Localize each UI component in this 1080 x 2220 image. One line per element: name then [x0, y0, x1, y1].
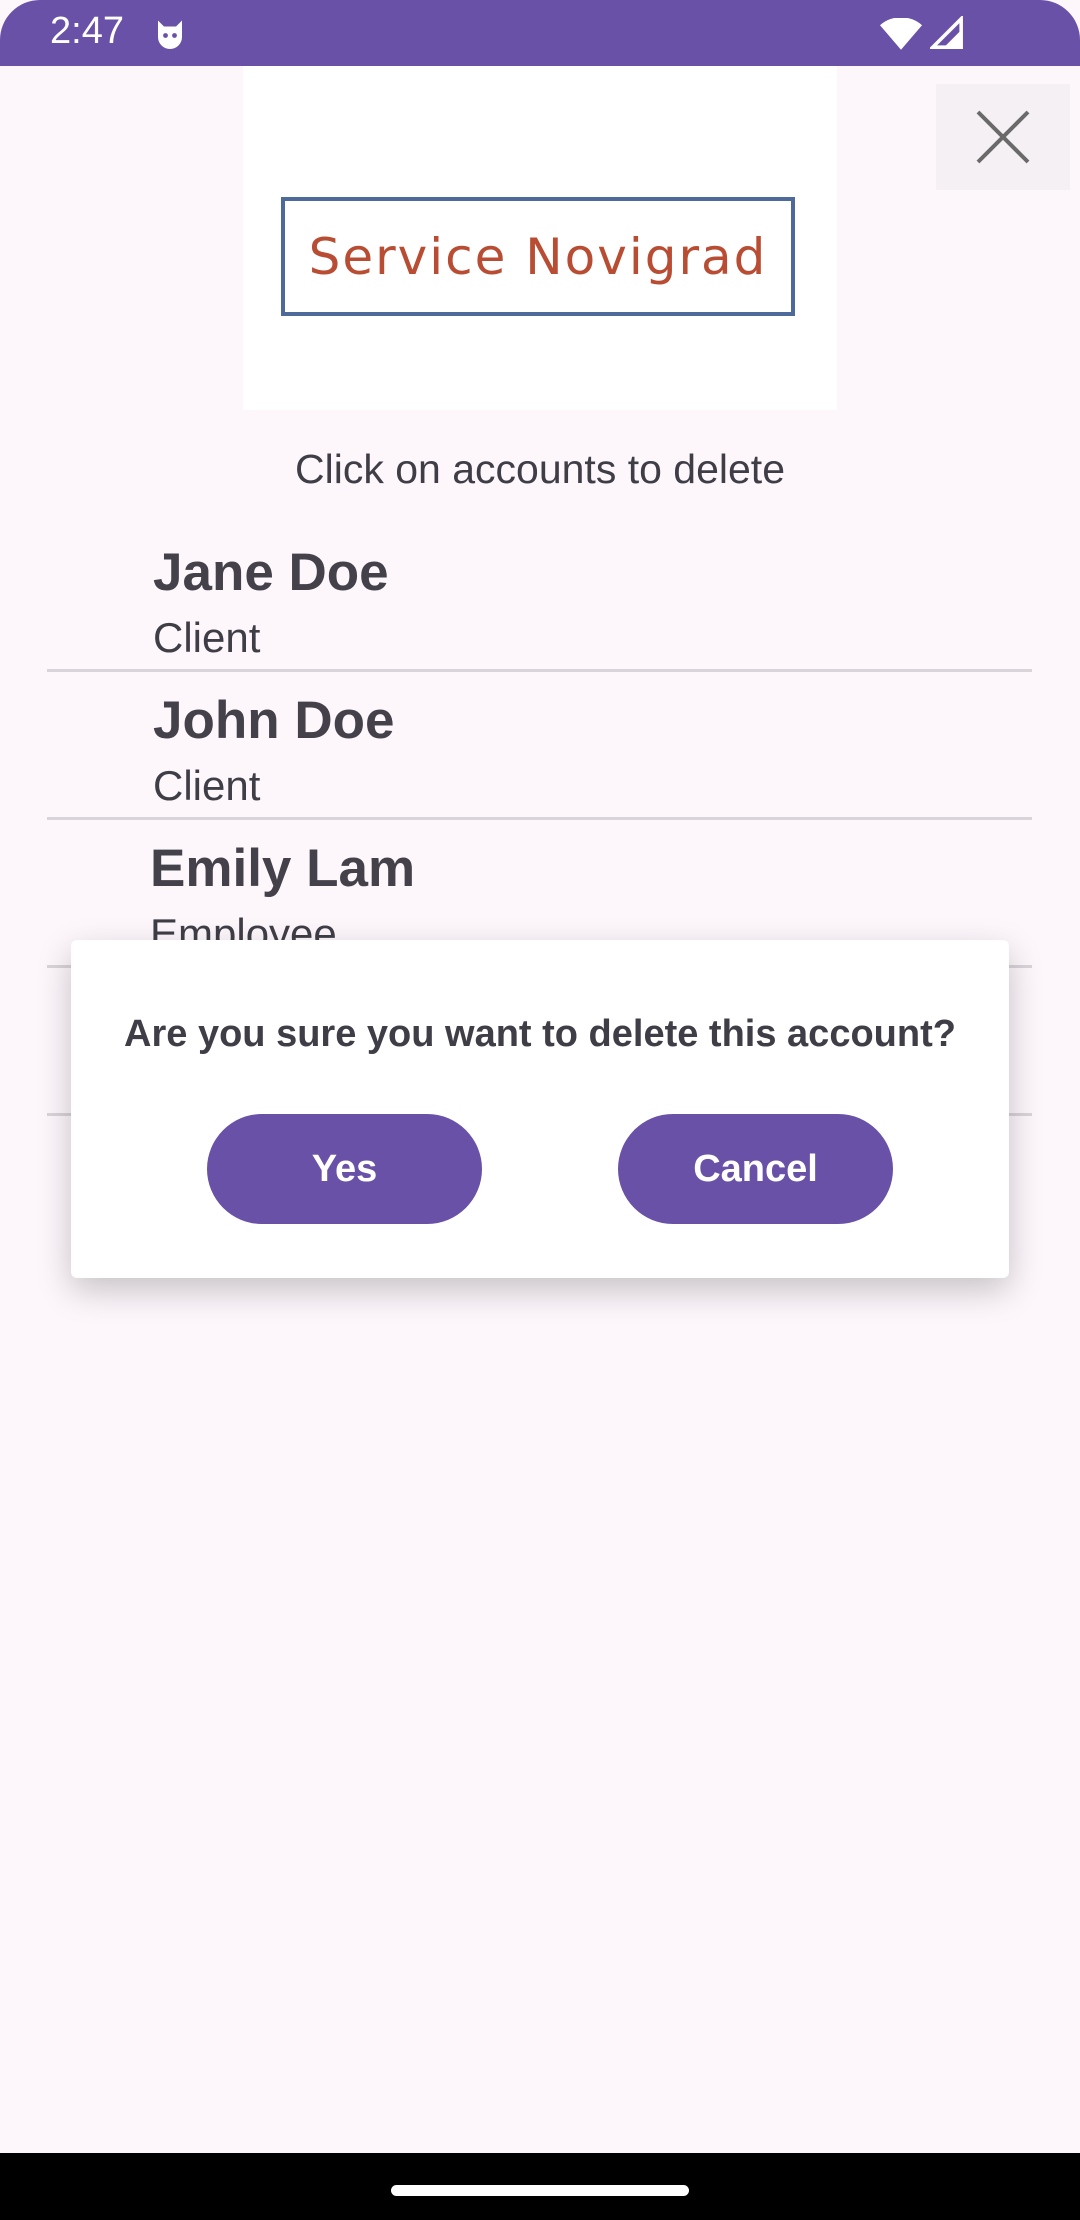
signal-icon: [930, 16, 963, 49]
service-novigrad-logo: Service Novigrad: [281, 197, 795, 316]
instruction-text: Click on accounts to delete: [295, 446, 785, 492]
close-button[interactable]: [936, 84, 1070, 190]
dialog-message: Are you sure you want to delete this acc…: [124, 1013, 956, 1055]
delete-confirmation-dialog: Are you sure you want to delete this acc…: [71, 940, 1009, 1278]
account-name: Jane Doe: [153, 543, 389, 602]
account-item[interactable]: Jane Doe Client: [47, 524, 1032, 672]
status-time: 2:47: [50, 10, 124, 52]
close-icon: [976, 110, 1030, 164]
yes-button[interactable]: Yes: [207, 1114, 482, 1224]
logo-text: Service Novigrad: [308, 227, 768, 286]
status-bar: 2:47: [0, 0, 1080, 66]
home-handle[interactable]: [391, 2185, 689, 2196]
wifi-icon: [880, 18, 922, 50]
account-item[interactable]: John Doe Client: [47, 672, 1032, 820]
logo-container: Service Novigrad: [243, 66, 837, 410]
account-name: John Doe: [153, 691, 395, 750]
cat-face-icon: [158, 20, 182, 49]
navigation-bar: [0, 2153, 1080, 2220]
account-role: Client: [153, 614, 261, 661]
cancel-button[interactable]: Cancel: [618, 1114, 893, 1224]
account-name: Emily Lam: [150, 839, 416, 898]
account-role: Client: [153, 762, 261, 809]
